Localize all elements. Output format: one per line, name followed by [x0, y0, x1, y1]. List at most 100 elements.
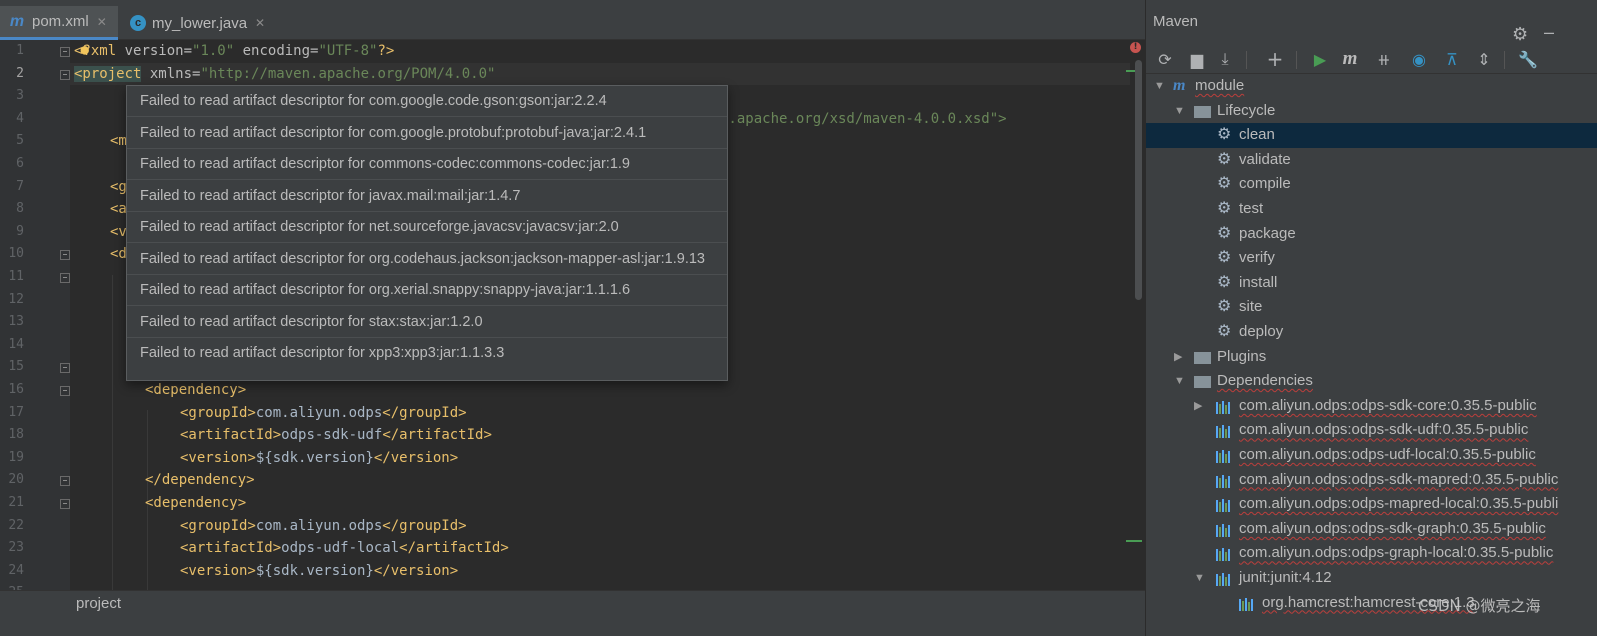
- line-number: 22: [8, 517, 24, 533]
- lifecycle-phase-test[interactable]: ⚙ test: [1146, 197, 1597, 222]
- dependency-item[interactable]: com.aliyun.odps:odps-udf-local:0.35.5-pu…: [1146, 443, 1597, 468]
- gear-icon: ⚙: [1217, 273, 1232, 291]
- folder-icon: [1194, 105, 1211, 118]
- dependency-item[interactable]: com.aliyun.odps:odps-sdk-mapred:0.35.5-p…: [1146, 468, 1597, 493]
- error-tooltip-popup: Failed to read artifact descriptor for c…: [126, 85, 728, 381]
- dependency-item[interactable]: com.aliyun.odps:odps-sdk-udf:0.35.5-publ…: [1146, 418, 1597, 443]
- chevron-down-icon[interactable]: ▼: [1154, 74, 1165, 99]
- chevron-down-icon[interactable]: ▼: [1174, 99, 1185, 124]
- plus-icon[interactable]: +: [1264, 47, 1286, 71]
- library-icon: [1216, 547, 1233, 562]
- toggle-offline-icon[interactable]: ⧺: [1373, 48, 1395, 70]
- line-number: 14: [8, 336, 24, 352]
- tab-pom-xml[interactable]: m pom.xml ✕: [0, 6, 118, 40]
- dependency-item[interactable]: com.aliyun.odps:odps-sdk-graph:0.35.5-pu…: [1146, 517, 1597, 542]
- maven-project-tree[interactable]: ▼ m module ▼ Lifecycle ⚙ clean ⚙ validate …: [1146, 74, 1597, 636]
- fold-marker-icon[interactable]: [60, 273, 70, 283]
- add-folder-icon[interactable]: ▆: [1186, 48, 1208, 70]
- editor-scrollbar[interactable]: [1133, 40, 1143, 590]
- folder-icon: [1194, 351, 1211, 364]
- maven-title: Maven: [1153, 13, 1199, 30]
- scrollbar-thumb[interactable]: [1135, 60, 1142, 300]
- download-icon[interactable]: ⤓: [1214, 48, 1236, 70]
- fold-marker-icon[interactable]: [60, 386, 70, 396]
- line-number: 6: [16, 156, 24, 171]
- reload-icon[interactable]: ⟳: [1154, 48, 1176, 70]
- lifecycle-phase-install[interactable]: ⚙ install: [1146, 271, 1597, 296]
- fold-marker-icon[interactable]: [60, 499, 70, 509]
- line-number: 24: [8, 562, 24, 578]
- line-number: 18: [8, 427, 24, 443]
- lifecycle-phase-compile[interactable]: ⚙ compile: [1146, 172, 1597, 197]
- gear-icon: ⚙: [1217, 224, 1232, 242]
- chevron-right-icon[interactable]: ▶: [1174, 345, 1182, 370]
- code-line-10: <d: [110, 246, 127, 263]
- editor-tab-bar: m pom.xml ✕ c my_lower.java ✕: [0, 0, 1145, 40]
- fold-marker-icon[interactable]: [60, 70, 70, 80]
- gear-icon: ⚙: [1217, 200, 1232, 217]
- fold-marker-icon[interactable]: [60, 363, 70, 373]
- line-number: 19: [8, 449, 24, 465]
- tree-node-lifecycle[interactable]: ▼ Lifecycle: [1146, 99, 1597, 124]
- code-line-17: <groupId>com.aliyun.odps</groupId>: [180, 404, 467, 421]
- lifecycle-phase-deploy[interactable]: ⚙ deploy: [1146, 320, 1597, 345]
- fold-marker-icon[interactable]: [60, 476, 70, 486]
- line-number: 4: [16, 110, 24, 126]
- breadcrumb[interactable]: project: [0, 590, 1145, 636]
- dependency-item[interactable]: com.aliyun.odps:odps-mapred-local:0.35.5…: [1146, 492, 1597, 517]
- gear-icon: ⚙: [1217, 126, 1232, 144]
- line-number: 16: [8, 382, 24, 397]
- code-line-21: <dependency>: [145, 495, 247, 511]
- gear-icon: ⚙: [1217, 298, 1232, 316]
- dependency-item[interactable]: ▼ junit:junit:4.12: [1146, 566, 1597, 591]
- tree-node-module[interactable]: ▼ m module: [1146, 74, 1597, 99]
- line-number: 9: [16, 223, 24, 239]
- error-message: Failed to read artifact descriptor for c…: [127, 86, 727, 117]
- lifecycle-phase-site[interactable]: ⚙ site: [1146, 295, 1597, 320]
- line-number: 20: [8, 472, 24, 488]
- lifecycle-phase-package[interactable]: ⚙ package: [1146, 222, 1597, 247]
- java-class-icon: c: [130, 15, 146, 31]
- maven-goal-icon[interactable]: m: [1339, 48, 1361, 70]
- chevron-right-icon[interactable]: ▶: [1194, 394, 1202, 419]
- tab-my-lower-java[interactable]: c my_lower.java ✕: [122, 6, 272, 40]
- library-icon: [1216, 400, 1233, 414]
- dependency-item[interactable]: ▶ com.aliyun.odps:odps-sdk-core:0.35.5-p…: [1146, 394, 1597, 419]
- close-icon[interactable]: ✕: [255, 16, 265, 30]
- settings-wrench-icon[interactable]: 🔧: [1517, 48, 1539, 70]
- close-icon[interactable]: ✕: [97, 15, 107, 29]
- line-number: 21: [8, 495, 24, 510]
- fold-marker-icon[interactable]: [60, 250, 70, 260]
- code-line-8: <a: [110, 201, 127, 218]
- tab-label: my_lower.java: [152, 14, 248, 32]
- show-dependencies-icon[interactable]: ⊼: [1441, 48, 1463, 70]
- chevron-down-icon[interactable]: ▼: [1194, 566, 1205, 591]
- line-number: 7: [16, 178, 24, 194]
- line-number: 10: [8, 246, 24, 262]
- fold-marker-icon[interactable]: [60, 47, 70, 57]
- gear-icon: ⚙: [1217, 323, 1232, 340]
- line-number: 1: [16, 43, 24, 58]
- skip-tests-icon[interactable]: ◉: [1408, 48, 1430, 70]
- maven-toolbar: ⟳ ▆ ⤓ + ▶ m ⧺ ◉ ⊼ ⇕ 🔧: [1146, 44, 1597, 74]
- code-line-23: <artifactId>odps-udf-local</artifactId>: [180, 540, 509, 557]
- line-number: 17: [8, 404, 24, 420]
- run-icon[interactable]: ▶: [1309, 48, 1331, 70]
- tree-node-dependencies[interactable]: ▼ Dependencies: [1146, 369, 1597, 394]
- watermark: CSDN @微亮之海: [1418, 597, 1541, 615]
- line-number: 13: [8, 314, 24, 330]
- tree-node-plugins[interactable]: ▶ Plugins: [1146, 345, 1597, 370]
- lightbulb-icon[interactable]: ●: [80, 40, 88, 62]
- line-number: 11: [8, 269, 24, 284]
- maven-module-icon: m: [1173, 77, 1186, 94]
- chevron-down-icon[interactable]: ▼: [1174, 369, 1185, 394]
- breadcrumb-item[interactable]: project: [76, 595, 121, 612]
- code-line-19: <version>${sdk.version}</version>: [180, 449, 459, 466]
- lifecycle-phase-validate[interactable]: ⚙ validate: [1146, 148, 1597, 173]
- code-line-9: <v: [110, 223, 127, 240]
- dependency-item[interactable]: com.aliyun.odps:odps-graph-local:0.35.5-…: [1146, 541, 1597, 566]
- collapse-all-icon[interactable]: ⇕: [1473, 48, 1495, 70]
- lifecycle-phase-clean[interactable]: ⚙ clean: [1146, 123, 1597, 148]
- folder-icon: [1194, 376, 1211, 389]
- lifecycle-phase-verify[interactable]: ⚙ verify: [1146, 246, 1597, 271]
